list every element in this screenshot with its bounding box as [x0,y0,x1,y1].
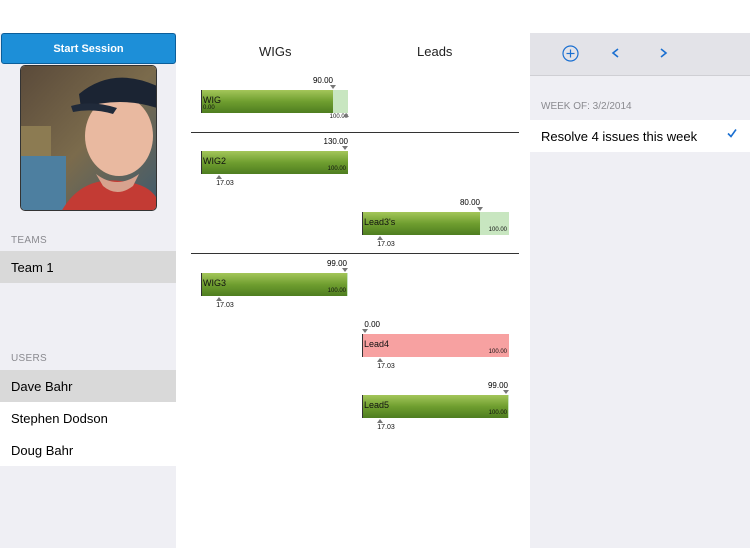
checkmark-icon [726,127,738,142]
prev-icon[interactable] [610,45,622,65]
goal-text: Resolve 4 issues this week [541,128,698,144]
gauge-max-label: 100.00 [488,410,507,416]
current-marker-icon [377,419,383,423]
target-marker-icon [330,85,336,89]
target-marker-icon [477,207,483,211]
target-marker-icon [503,390,509,394]
gauge[interactable]: 99.00 WIG3 100.00 17.03 [201,259,348,314]
detail-panel: WEEK OF: 3/2/2014 Resolve 4 issues this … [530,33,750,548]
current-marker-icon [343,113,349,117]
gauge-current-label: 17.03 [377,424,395,431]
scoreboard: WIGs Leads 90.00 WIG 0.00 100.00 130.00 WIG2… [176,33,530,548]
gauge-current-label: 17.03 [216,302,234,309]
next-icon[interactable] [657,45,669,65]
start-session-button[interactable]: Start Session [1,33,176,64]
gauge-max-label: 100.00 [327,166,346,172]
gauge-target-label: 130.00 [323,137,348,146]
top-bar [0,0,750,33]
gauge-name: Lead4 [364,339,390,349]
current-marker-icon [377,236,383,240]
gauge[interactable]: 130.00 WIG2 100.00 17.03 [201,137,348,192]
target-marker-icon [342,268,348,272]
gauge-name: Lead3's [364,217,396,227]
gauge-target-label: 80.00 [459,198,480,207]
sidebar: Start Session TEAMS Team 1 USERS Dave Ba… [0,33,176,548]
user-item[interactable]: Stephen Dodson [0,402,176,434]
gauge-current-label: 17.03 [377,241,395,248]
gauge-max-label: 100.00 [488,349,507,355]
users-label: USERS [11,353,47,364]
target-marker-icon [342,146,348,150]
teams-label: TEAMS [11,235,47,246]
gauge-name: WIG3 [203,278,227,288]
gauge[interactable]: 90.00 WIG 0.00 100.00 [201,76,349,131]
gauge-name: Lead5 [364,400,390,410]
user-item[interactable]: Dave Bahr [0,370,176,402]
gauge-current-label: 17.03 [377,363,395,370]
gauge-current-label: 17.03 [216,180,234,187]
gauge-min-label: 0.00 [203,105,215,111]
gauge-target-label: 90.00 [312,76,333,85]
week-toolbar [530,33,750,76]
current-marker-icon [216,297,222,301]
team-item[interactable]: Team 1 [0,251,176,283]
gauge[interactable]: 0.00 Lead4 100.00 17.03 [362,320,509,375]
gauge-max-label: 100.00 [327,288,346,294]
gauge-max-label: 100.00 [488,227,507,233]
gauge-name: WIG [203,95,221,105]
current-marker-icon [216,175,222,179]
gauge-target-label: 99.00 [487,381,508,390]
app: Start Session TEAMS Team 1 USERS Dave Ba… [0,0,750,548]
row-divider [191,253,519,254]
leads-column-header: Leads [417,44,453,59]
gauge-bar [201,90,348,113]
user-item[interactable]: Doug Bahr [0,434,176,466]
current-marker-icon [377,358,383,362]
user-photo [20,65,157,211]
target-marker-icon [362,329,368,333]
gauge-target-label: 99.00 [326,259,347,268]
row-divider [191,132,519,133]
gauge[interactable]: 99.00 Lead5 100.00 17.03 [362,381,509,436]
goal-item[interactable]: Resolve 4 issues this week [530,120,750,152]
gauge-target-label: 0.00 [364,320,380,329]
add-icon[interactable] [562,45,579,66]
week-label: WEEK OF: 3/2/2014 [541,101,632,112]
wigs-column-header: WIGs [259,44,292,59]
gauge[interactable]: 80.00 Lead3's 100.00 17.03 [362,198,509,253]
gauge-name: WIG2 [203,156,227,166]
